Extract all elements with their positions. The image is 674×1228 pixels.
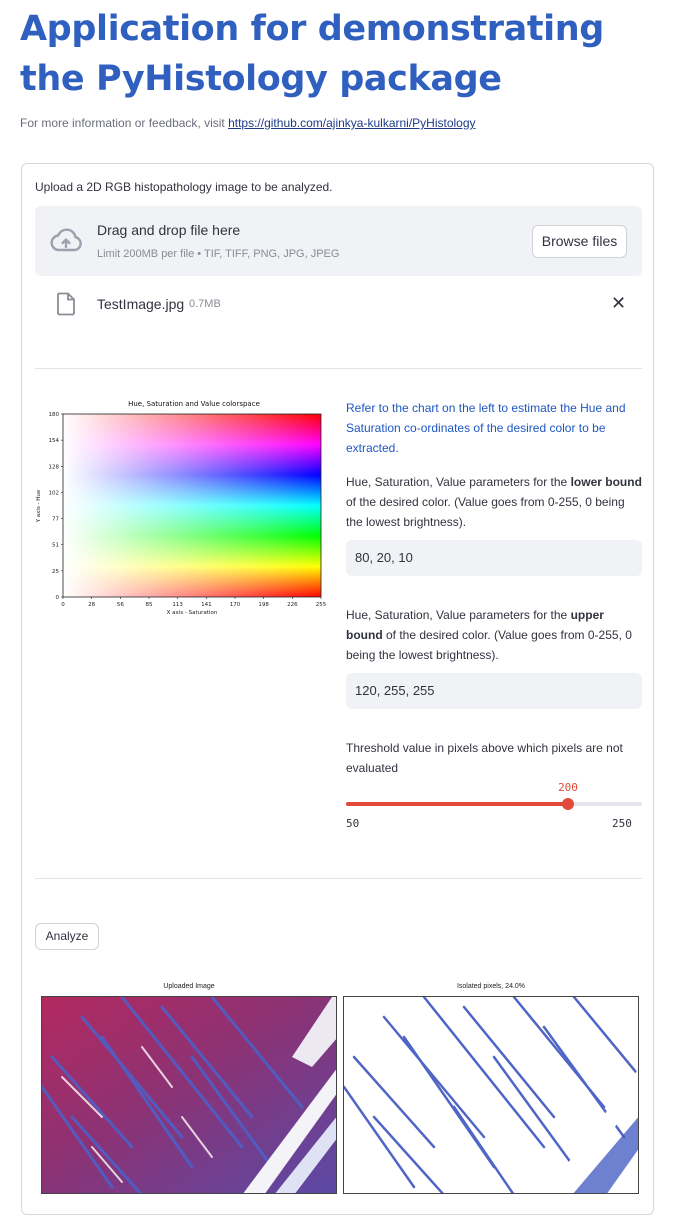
divider	[35, 878, 642, 879]
remove-file-close-icon[interactable]: ✕	[611, 294, 626, 312]
hsv-x-tick-label: 141	[201, 602, 212, 608]
hsv-y-tick-label: 77	[52, 517, 59, 523]
lower-bound-input[interactable]: 80, 20, 10	[346, 540, 642, 576]
uploaded-image-title: Uploaded Image	[163, 983, 215, 990]
upper-bound-suffix: of the desired color. (Value goes from 0…	[346, 628, 632, 662]
hsv-y-tick-label: 154	[49, 438, 60, 444]
hsv-y-axis-label: Y axis - Hue	[36, 489, 42, 523]
hsv-y-tick-label: 51	[52, 543, 59, 549]
hsv-x-tick-label: 170	[230, 602, 241, 608]
threshold-slider-value: 200	[558, 781, 578, 794]
page-title: Application for demonstrating the PyHist…	[20, 9, 604, 99]
page-subtitle: For more information or feedback, visit …	[20, 116, 476, 130]
hsv-chart-title: Hue, Saturation and Value colorspace	[128, 400, 260, 408]
hsv-y-tick-label: 102	[49, 490, 60, 496]
hsv-y-tick-label: 0	[56, 595, 60, 601]
threshold-slider-max: 250	[612, 817, 632, 830]
file-icon	[57, 292, 75, 316]
browse-files-button[interactable]: Browse files	[532, 225, 627, 258]
hsv-x-tick-label: 56	[117, 602, 124, 608]
hsv-x-tick-label: 113	[172, 602, 183, 608]
analyze-button[interactable]: Analyze	[35, 923, 99, 950]
hsv-x-tick-label: 226	[287, 602, 298, 608]
hsv-x-tick-label: 0	[61, 602, 65, 608]
uploaded-file-size: 0.7MB	[189, 298, 221, 310]
chart-hint-text: Refer to the chart on the left to estima…	[346, 401, 626, 455]
dropzone-title: Drag and drop file here	[97, 222, 241, 238]
lower-bound-label: Hue, Saturation, Value parameters for th…	[346, 472, 642, 532]
hsv-x-tick-label: 255	[316, 602, 327, 608]
isolated-pixels-image	[343, 996, 639, 1194]
hsv-x-tick-label: 28	[88, 602, 95, 608]
hsv-y-tick-label: 128	[49, 464, 60, 470]
threshold-slider[interactable]	[346, 798, 642, 810]
threshold-slider-fill	[346, 802, 568, 806]
divider	[35, 368, 642, 369]
hsv-x-axis-label: X axis - Saturation	[167, 610, 218, 616]
upper-bound-input[interactable]: 120, 255, 255	[346, 673, 642, 709]
hsv-y-tick-label: 25	[52, 569, 59, 575]
uploaded-histology-image	[41, 996, 337, 1194]
lower-bound-suffix: of the desired color. (Value goes from 0…	[346, 495, 625, 529]
hsv-x-tick-label: 198	[258, 602, 269, 608]
cloud-upload-icon	[50, 228, 82, 252]
hsv-x-tick-label: 85	[146, 602, 153, 608]
upload-label: Upload a 2D RGB histopathology image to …	[35, 180, 333, 194]
lower-bound-prefix: Hue, Saturation, Value parameters for th…	[346, 475, 571, 489]
upper-bound-label: Hue, Saturation, Value parameters for th…	[346, 605, 642, 665]
isolated-pixels-title: Isolated pixels, 24.0%	[456, 983, 526, 990]
hsv-y-tick-label: 180	[49, 412, 60, 418]
hsv-colorspace-chart: Hue, Saturation and Value colorspace 0 25…	[32, 396, 332, 622]
dropzone-limit: Limit 200MB per file • TIF, TIFF, PNG, J…	[97, 248, 340, 260]
threshold-slider-handle[interactable]	[562, 798, 574, 810]
upper-bound-prefix: Hue, Saturation, Value parameters for th…	[346, 608, 571, 622]
github-link[interactable]: https://github.com/ajinkya-kulkarni/PyHi…	[228, 116, 475, 130]
threshold-slider-min: 50	[346, 817, 360, 830]
lower-bound-bold: lower bound	[570, 475, 642, 489]
uploaded-file-name: TestImage.jpg	[97, 296, 185, 312]
subtitle-text: For more information or feedback, visit	[20, 116, 229, 130]
threshold-label: Threshold value in pixels above which pi…	[346, 741, 623, 775]
